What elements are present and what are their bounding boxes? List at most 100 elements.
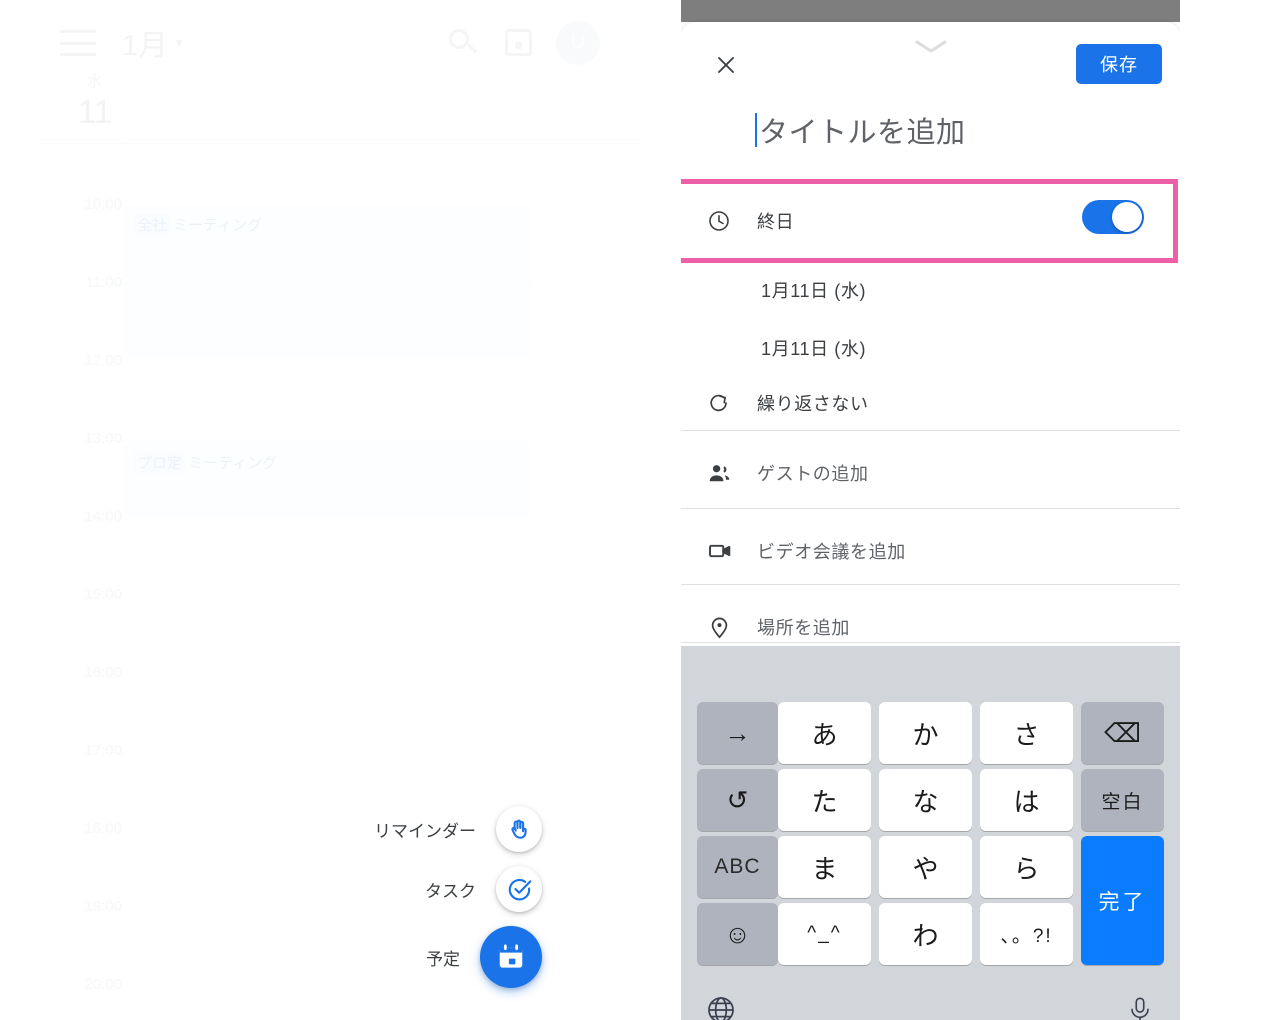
hour-label: 13:00	[84, 430, 122, 447]
hour-label: 12:00	[84, 352, 122, 369]
text-caret	[755, 113, 757, 147]
punctuation-key[interactable]: 、。?!	[980, 903, 1073, 965]
fab-reminder[interactable]: リマインダー	[374, 806, 542, 852]
calendar-event-title: プロ定 ミーティング	[134, 452, 522, 473]
kana-ka-key[interactable]: か	[879, 702, 972, 764]
weekday-label: 水	[86, 73, 103, 90]
header-vertical-rule	[122, 60, 123, 143]
hour-gridline	[40, 908, 640, 909]
kana-sa-key[interactable]: さ	[980, 702, 1073, 764]
undo-key[interactable]: ↺	[697, 769, 778, 831]
calendar-event[interactable]: プロ定 ミーティング	[124, 444, 532, 516]
fab-label-task: タスク	[425, 881, 476, 901]
fab-event[interactable]: 予定	[426, 926, 542, 988]
hour-gridline	[40, 986, 640, 987]
save-button[interactable]: 保存	[1076, 44, 1162, 84]
chevron-down-icon[interactable]	[911, 36, 951, 56]
software-keyboard: → あかさ ⌫ ↺ たなは空白 ABC まやら完了 ☺ ^_^ わ、。?!	[681, 646, 1180, 1020]
kana-ha-key[interactable]: は	[980, 769, 1073, 831]
people-icon	[707, 455, 751, 491]
start-date-label: 1月11日 (水)	[761, 281, 867, 301]
calendar-event-badge: プロ定	[134, 452, 186, 473]
kana-ma-key[interactable]: ま	[778, 836, 871, 898]
video-label: ビデオ会議を追加	[757, 542, 906, 562]
screenshot-root: 1月 ▾ U 水 11 10:00 11:00 12:00 13:00 14:00 15:…	[0, 0, 1266, 1020]
location-label: 場所を追加	[757, 618, 850, 638]
grid-vertical-line	[122, 144, 123, 1020]
hour-gridline	[40, 674, 640, 675]
divider	[681, 642, 1180, 643]
calendar-event-badge: 全社	[134, 214, 171, 235]
hour-label: 18:00	[84, 820, 122, 837]
day-header: 水 11	[60, 70, 130, 131]
highlight-box	[681, 179, 1178, 263]
event-editor-panel: 保存 タイトルを追加 終日 1月11日 (水) 1月11日 (水) 繰り返さない…	[681, 0, 1180, 1020]
hour-label: 19:00	[84, 898, 122, 915]
chevron-down-icon[interactable]: ▾	[176, 35, 183, 51]
search-icon[interactable]	[446, 26, 480, 60]
hour-label: 11:00	[85, 274, 122, 291]
backspace-key[interactable]: ⌫	[1081, 702, 1164, 764]
repeat-icon	[707, 385, 751, 421]
divider	[681, 508, 1180, 509]
videocam-icon	[707, 533, 751, 569]
bottom-sheet: 保存 タイトルを追加 終日 1月11日 (水) 1月11日 (水) 繰り返さない…	[681, 22, 1180, 1020]
cursor-right-key[interactable]: →	[697, 702, 778, 764]
divider	[681, 430, 1180, 431]
hour-gridline	[40, 440, 640, 441]
video-conference-row[interactable]: ビデオ会議を追加	[681, 522, 1180, 580]
calendar-event-title: 全社 ミーティング	[134, 214, 522, 235]
hour-gridline	[40, 518, 640, 519]
done-key[interactable]: 完了	[1081, 836, 1164, 965]
hour-gridline	[40, 752, 640, 753]
kana-ta-key[interactable]: た	[778, 769, 871, 831]
location-icon	[707, 609, 751, 645]
hour-label: 17:00	[84, 742, 122, 759]
task-check-icon[interactable]	[496, 866, 542, 912]
kana-a-key[interactable]: あ	[778, 702, 871, 764]
status-bar	[681, 0, 1180, 22]
fab-label-reminder: リマインダー	[374, 821, 476, 841]
kana-ra-key[interactable]: ら	[980, 836, 1073, 898]
microphone-icon[interactable]	[1116, 986, 1164, 1020]
calendar-icon[interactable]	[502, 26, 536, 60]
end-date-row[interactable]: 1月11日 (水)	[681, 320, 1180, 376]
reminder-hand-icon[interactable]	[496, 806, 542, 852]
guests-label: ゲストの追加	[757, 464, 869, 484]
hour-label: 20:00	[84, 976, 122, 993]
kaomoji-key[interactable]: ^_^	[778, 903, 871, 965]
hour-gridline	[40, 830, 640, 831]
hour-label: 10:00	[84, 196, 122, 213]
hour-label: 15:00	[84, 586, 122, 603]
fab-stack: リマインダー タスク 予定	[374, 806, 542, 988]
repeat-label: 繰り返さない	[757, 394, 869, 414]
month-label[interactable]: 1月	[122, 22, 168, 64]
title-placeholder: タイトルを追加	[759, 117, 966, 149]
hamburger-icon[interactable]	[60, 30, 96, 56]
guests-row[interactable]: ゲストの追加	[681, 444, 1180, 502]
calendar-background-pane: 1月 ▾ U 水 11 10:00 11:00 12:00 13:00 14:00 15:…	[0, 0, 640, 1020]
end-date-label: 1月11日 (水)	[761, 339, 867, 359]
kana-na-key[interactable]: な	[879, 769, 972, 831]
start-date-row[interactable]: 1月11日 (水)	[681, 262, 1180, 318]
title-field[interactable]: タイトルを追加	[681, 100, 1180, 160]
close-button[interactable]	[705, 44, 747, 86]
fab-label-event: 予定	[426, 949, 460, 969]
hour-gridline	[40, 596, 640, 597]
repeat-row[interactable]: 繰り返さない	[681, 374, 1180, 432]
kana-ya-key[interactable]: や	[879, 836, 972, 898]
hour-label: 14:00	[84, 508, 122, 525]
globe-icon[interactable]	[697, 986, 745, 1020]
avatar[interactable]: U	[556, 21, 600, 65]
abc-mode-key[interactable]: ABC	[697, 836, 778, 898]
event-calendar-icon[interactable]	[480, 926, 542, 988]
kana-wa-key[interactable]: わ	[879, 903, 972, 965]
day-number: 11	[77, 93, 113, 130]
divider	[681, 584, 1180, 585]
emoji-key[interactable]: ☺	[697, 903, 778, 965]
calendar-topbar: 1月 ▾ U	[40, 14, 600, 72]
fab-task[interactable]: タスク	[425, 866, 542, 912]
calendar-event[interactable]: 全社 ミーティング	[124, 206, 532, 358]
space-key[interactable]: 空白	[1081, 769, 1164, 831]
hour-gridline	[40, 362, 640, 363]
